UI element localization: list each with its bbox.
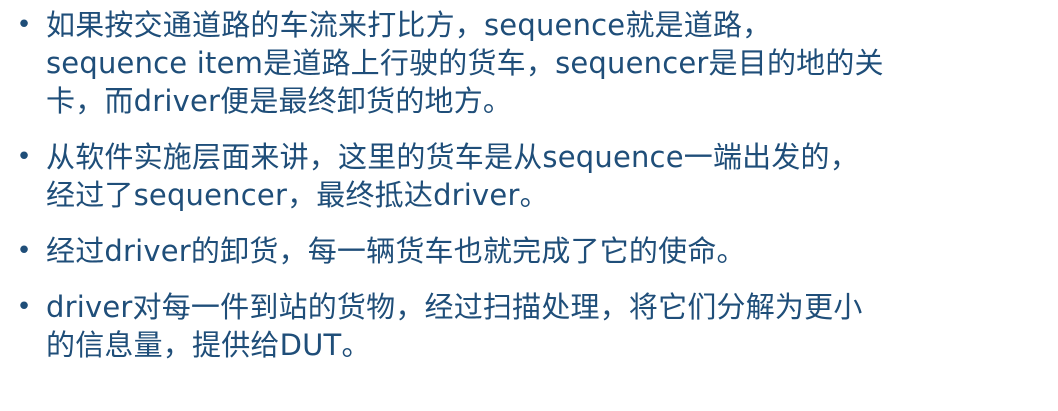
- bullet-dot-icon: •: [16, 10, 32, 40]
- bullet-text: 从软件实施层面来讲，这里的货车是从sequence一端出发的， 经过了seque…: [46, 138, 859, 214]
- bullet-dot-icon: •: [16, 236, 32, 266]
- bullet-text: driver对每一件到站的货物，经过扫描处理，将它们分解为更小 的信息量，提供给…: [46, 288, 863, 364]
- bullet-dot-icon: •: [16, 142, 32, 172]
- bullet-list: • 如果按交通道路的车流来打比方，sequence就是道路， sequence …: [0, 6, 1050, 364]
- bullet-dot-icon: •: [16, 292, 32, 322]
- text-line: 经过了sequencer，最终抵达driver。: [46, 178, 549, 212]
- bullet-text: 经过driver的卸货，每一辆货车也就完成了它的使命。: [46, 232, 746, 270]
- slide: • 如果按交通道路的车流来打比方，sequence就是道路， sequence …: [0, 0, 1058, 411]
- text-line: sequence item是道路上行驶的货车，sequencer是目的地的关: [46, 46, 884, 80]
- text-line: driver对每一件到站的货物，经过扫描处理，将它们分解为更小: [46, 290, 863, 324]
- bullet-text: 如果按交通道路的车流来打比方，sequence就是道路， sequence it…: [46, 6, 884, 120]
- bullet-item: • 从软件实施层面来讲，这里的货车是从sequence一端出发的， 经过了seq…: [0, 138, 1050, 214]
- text-line: 从软件实施层面来讲，这里的货车是从sequence一端出发的，: [46, 140, 859, 174]
- text-line: 的信息量，提供给DUT。: [46, 328, 371, 362]
- bullet-item: • driver对每一件到站的货物，经过扫描处理，将它们分解为更小 的信息量，提…: [0, 288, 1050, 364]
- text-line: 卡，而driver便是最终卸货的地方。: [46, 84, 513, 118]
- bullet-item: • 经过driver的卸货，每一辆货车也就完成了它的使命。: [0, 232, 1050, 270]
- bullet-item: • 如果按交通道路的车流来打比方，sequence就是道路， sequence …: [0, 6, 1050, 120]
- text-line: 经过driver的卸货，每一辆货车也就完成了它的使命。: [46, 234, 746, 268]
- text-line: 如果按交通道路的车流来打比方，sequence就是道路，: [46, 8, 772, 42]
